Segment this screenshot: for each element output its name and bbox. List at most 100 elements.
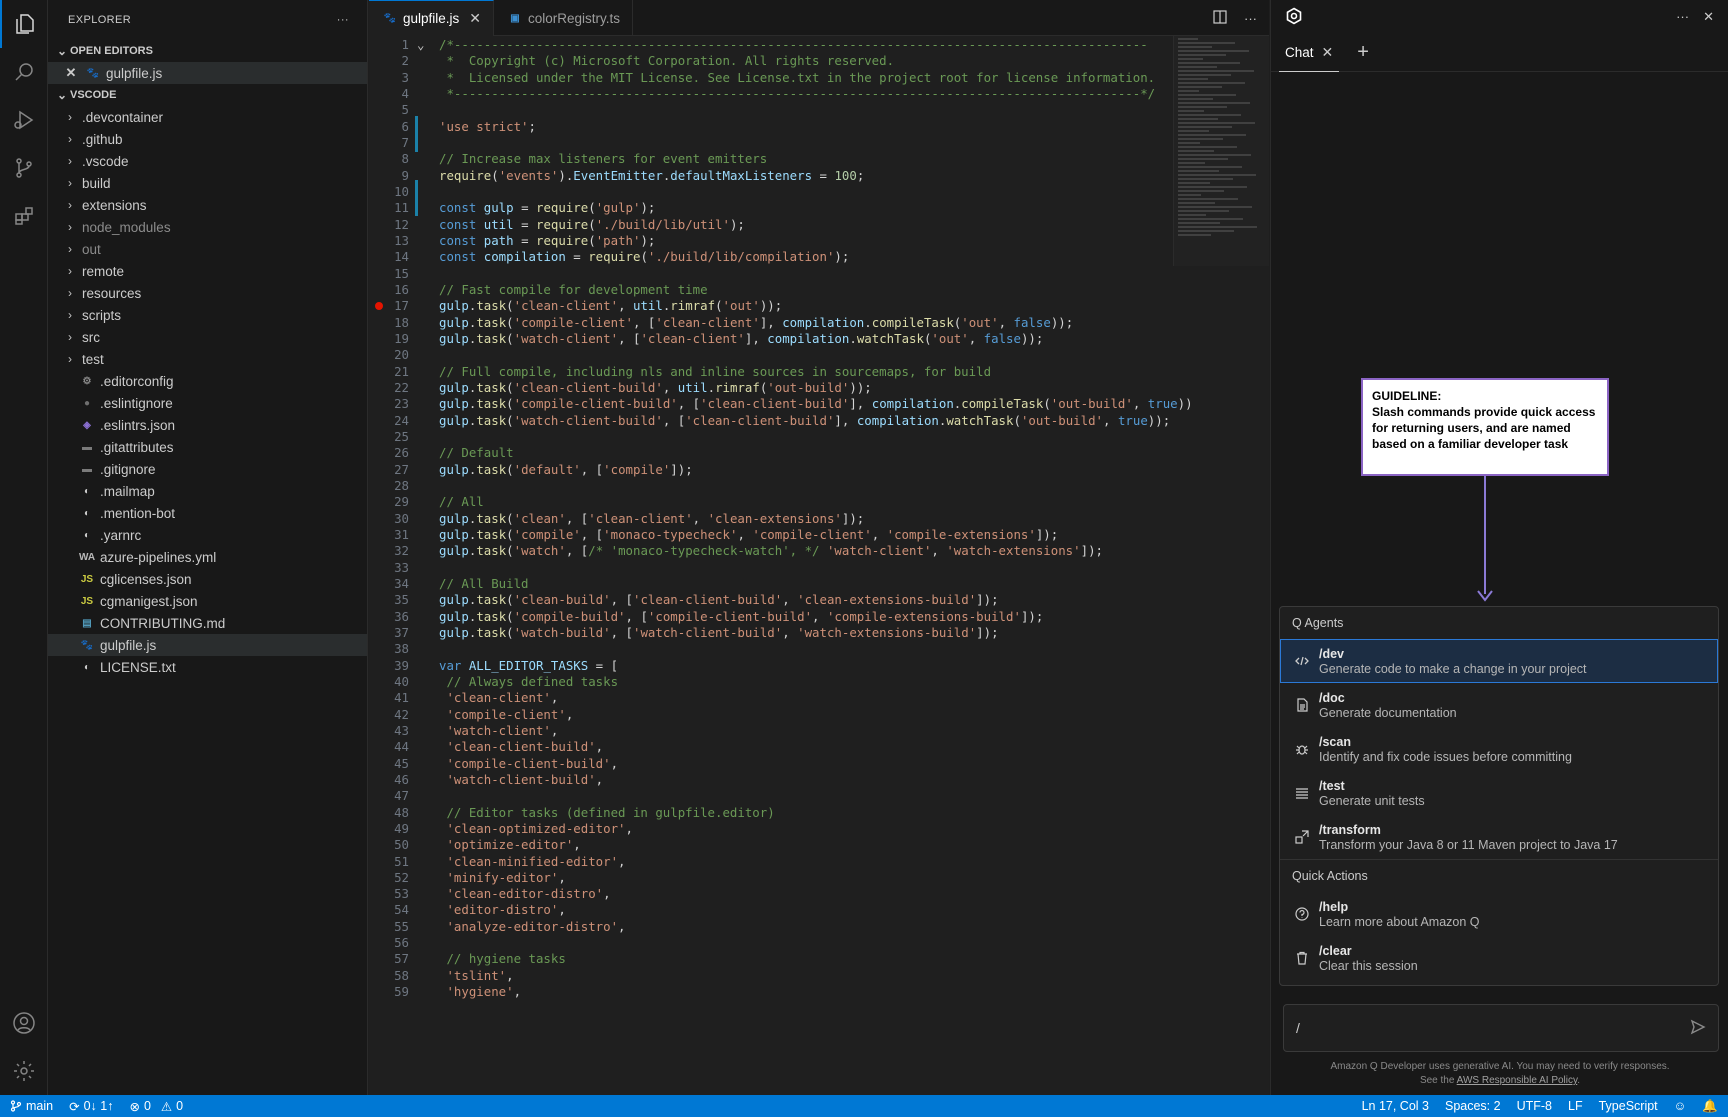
tab-colorregistry[interactable]: ▣ colorRegistry.ts xyxy=(494,0,634,36)
open-editors-section[interactable]: ⌄ OPEN EDITORS xyxy=(48,40,367,62)
code-line[interactable]: 2 * Copyright (c) Microsoft Corporation.… xyxy=(369,52,1169,70)
problems-indicator[interactable]: ⊗ 0 ⚠ 0 xyxy=(129,1099,183,1114)
code-line[interactable]: 18 gulp.task('compile-client', ['clean-cl… xyxy=(369,314,1169,332)
code-line[interactable]: 23 gulp.task('compile-client-build', ['cl… xyxy=(369,395,1192,413)
more-actions-icon[interactable]: ··· xyxy=(1676,9,1689,25)
code-line[interactable]: 51 'clean-minified-editor', xyxy=(369,853,1169,871)
folder-item[interactable]: › .github xyxy=(48,128,367,150)
account-icon[interactable] xyxy=(0,999,48,1047)
code-line[interactable]: 21 // Full compile, including nls and inl… xyxy=(369,363,1169,381)
code-line[interactable]: 14 const compilation = require('./build/l… xyxy=(369,248,1169,266)
code-line[interactable]: 19 gulp.task('watch-client', ['clean-clie… xyxy=(369,330,1169,348)
code-line[interactable]: 16 // Fast compile for development time xyxy=(369,281,1169,299)
file-item[interactable]: ▬ .gitattributes xyxy=(48,436,367,458)
responsible-ai-link[interactable]: AWS Responsible AI Policy xyxy=(1457,1075,1578,1086)
code-line[interactable]: 3 * Licensed under the MIT License. See … xyxy=(369,69,1169,87)
code-line[interactable]: 35 gulp.task('clean-build', ['clean-clien… xyxy=(369,591,1169,609)
code-line[interactable]: 43 'watch-client', xyxy=(369,722,1169,740)
close-icon[interactable]: ✕ xyxy=(469,10,481,27)
language-mode[interactable]: TypeScript xyxy=(1599,1099,1658,1113)
file-item[interactable]: ◐ .mailmap xyxy=(48,480,367,502)
code-line[interactable]: 34 // All Build xyxy=(369,575,1169,593)
command-transform[interactable]: /transform Transform your Java 8 or 11 Ma… xyxy=(1280,815,1718,859)
code-line[interactable]: 26 // Default xyxy=(369,444,1169,462)
code-line[interactable]: 48 // Editor tasks (defined in gulpfile.… xyxy=(369,804,1169,822)
file-item[interactable]: ◈ .eslintrs.json xyxy=(48,414,367,436)
file-item[interactable]: JS cgmanigest.json xyxy=(48,590,367,612)
file-item[interactable]: JS cglicenses.json xyxy=(48,568,367,590)
code-line[interactable]: 33 xyxy=(369,559,1169,577)
code-line[interactable]: 4 *-------------------------------------… xyxy=(369,85,1169,103)
code-line[interactable]: 40 // Always defined tasks xyxy=(369,673,1169,691)
new-tab-plus-icon[interactable]: + xyxy=(1357,41,1369,64)
code-line[interactable]: 37 gulp.task('watch-build', ['watch-clien… xyxy=(369,624,1169,642)
code-line[interactable]: 56 xyxy=(369,934,1169,952)
extensions-icon[interactable] xyxy=(0,192,48,240)
notifications-bell-icon[interactable]: 🔔 xyxy=(1702,1099,1718,1114)
open-editor-item[interactable]: ✕ 🐾 gulpfile.js xyxy=(48,62,367,84)
send-icon[interactable] xyxy=(1690,1019,1706,1038)
chat-input[interactable]: / xyxy=(1283,1004,1719,1052)
code-line[interactable]: 47 xyxy=(369,787,1169,805)
code-line[interactable]: 44 'clean-client-build', xyxy=(369,738,1169,756)
code-line[interactable]: 38 xyxy=(369,640,1169,658)
command-doc[interactable]: /doc Generate documentation xyxy=(1280,683,1718,727)
file-item[interactable]: ▬ .gitignore xyxy=(48,458,367,480)
run-debug-icon[interactable] xyxy=(0,96,48,144)
code-line[interactable]: 22 gulp.task('clean-client-build', util.r… xyxy=(369,379,1169,397)
file-item[interactable]: ▤ CONTRIBUTING.md xyxy=(48,612,367,634)
code-line[interactable]: 8 // Increase max listeners for event emi… xyxy=(369,150,1169,168)
code-line[interactable]: 11 const gulp = require('gulp'); xyxy=(369,199,1169,217)
branch-indicator[interactable]: main xyxy=(10,1099,53,1113)
encoding[interactable]: UTF-8 xyxy=(1517,1099,1552,1113)
close-icon[interactable]: ✕ xyxy=(1322,44,1334,61)
code-line[interactable]: 39 var ALL_EDITOR_TASKS = [ xyxy=(369,657,1169,675)
end-of-line[interactable]: LF xyxy=(1568,1099,1583,1113)
close-icon[interactable]: ✕ xyxy=(62,65,80,81)
split-editor-icon[interactable] xyxy=(1212,9,1228,28)
search-icon[interactable] xyxy=(0,48,48,96)
chat-input-value[interactable]: / xyxy=(1296,1020,1300,1036)
code-line[interactable]: 20 xyxy=(369,346,1169,364)
code-line[interactable]: 57 // hygiene tasks xyxy=(369,950,1169,968)
code-line[interactable]: 17 gulp.task('clean-client', util.rimraf(… xyxy=(369,297,1169,315)
folder-item[interactable]: › scripts xyxy=(48,304,367,326)
code-line[interactable]: 5 xyxy=(369,101,1169,119)
code-line[interactable]: 6 'use strict'; xyxy=(369,118,1169,136)
file-item[interactable]: WA azure-pipelines.yml xyxy=(48,546,367,568)
workspace-section[interactable]: ⌄ VSCODE xyxy=(48,84,367,106)
code-editor[interactable]: ⌄ 1 /*------------------------------------… xyxy=(369,36,1269,1095)
code-line[interactable]: 42 'compile-client', xyxy=(369,706,1169,724)
tab-chat[interactable]: Chat ✕ xyxy=(1279,34,1340,72)
command-dev[interactable]: /dev Generate code to make a change in yo… xyxy=(1280,639,1718,683)
code-line[interactable]: ⌄ 1 /*------------------------------------… xyxy=(369,36,1169,54)
settings-gear-icon[interactable] xyxy=(0,1047,48,1095)
folder-item[interactable]: › extensions xyxy=(48,194,367,216)
close-panel-icon[interactable]: ✕ xyxy=(1703,9,1714,25)
code-line[interactable]: 27 gulp.task('default', ['compile']); xyxy=(369,461,1169,479)
code-line[interactable]: 25 xyxy=(369,428,1169,446)
code-line[interactable]: 28 xyxy=(369,477,1169,495)
command-help[interactable]: /help Learn more about Amazon Q xyxy=(1280,892,1718,936)
folder-item[interactable]: › out xyxy=(48,238,367,260)
more-actions-icon[interactable]: ··· xyxy=(1244,11,1257,26)
command-test[interactable]: /test Generate unit tests xyxy=(1280,771,1718,815)
file-item[interactable]: ◐ .mention-bot xyxy=(48,502,367,524)
code-line[interactable]: 15 xyxy=(369,265,1169,283)
code-line[interactable]: 45 'compile-client-build', xyxy=(369,755,1169,773)
folder-item[interactable]: › build xyxy=(48,172,367,194)
code-line[interactable]: 10 xyxy=(369,183,1169,201)
code-line[interactable]: 29 // All xyxy=(369,493,1169,511)
code-line[interactable]: 49 'clean-optimized-editor', xyxy=(369,820,1169,838)
tab-gulpfile[interactable]: 🐾 gulpfile.js ✕ xyxy=(369,0,495,36)
feedback-icon[interactable]: ☺ xyxy=(1674,1099,1687,1113)
code-line[interactable]: 13 const path = require('path'); xyxy=(369,232,1169,250)
file-item[interactable]: ◐ .yarnrc xyxy=(48,524,367,546)
file-item[interactable]: ● .eslintignore xyxy=(48,392,367,414)
code-line[interactable]: 53 'clean-editor-distro', xyxy=(369,885,1169,903)
code-line[interactable]: 46 'watch-client-build', xyxy=(369,771,1169,789)
sync-indicator[interactable]: ⟳ 0↓ 1↑ xyxy=(69,1099,113,1114)
code-line[interactable]: 24 gulp.task('watch-client-build', ['clea… xyxy=(369,412,1170,430)
file-item[interactable]: ◐ LICENSE.txt xyxy=(48,656,367,678)
code-line[interactable]: 32 gulp.task('watch', [/* 'monaco-typeche… xyxy=(369,542,1169,560)
